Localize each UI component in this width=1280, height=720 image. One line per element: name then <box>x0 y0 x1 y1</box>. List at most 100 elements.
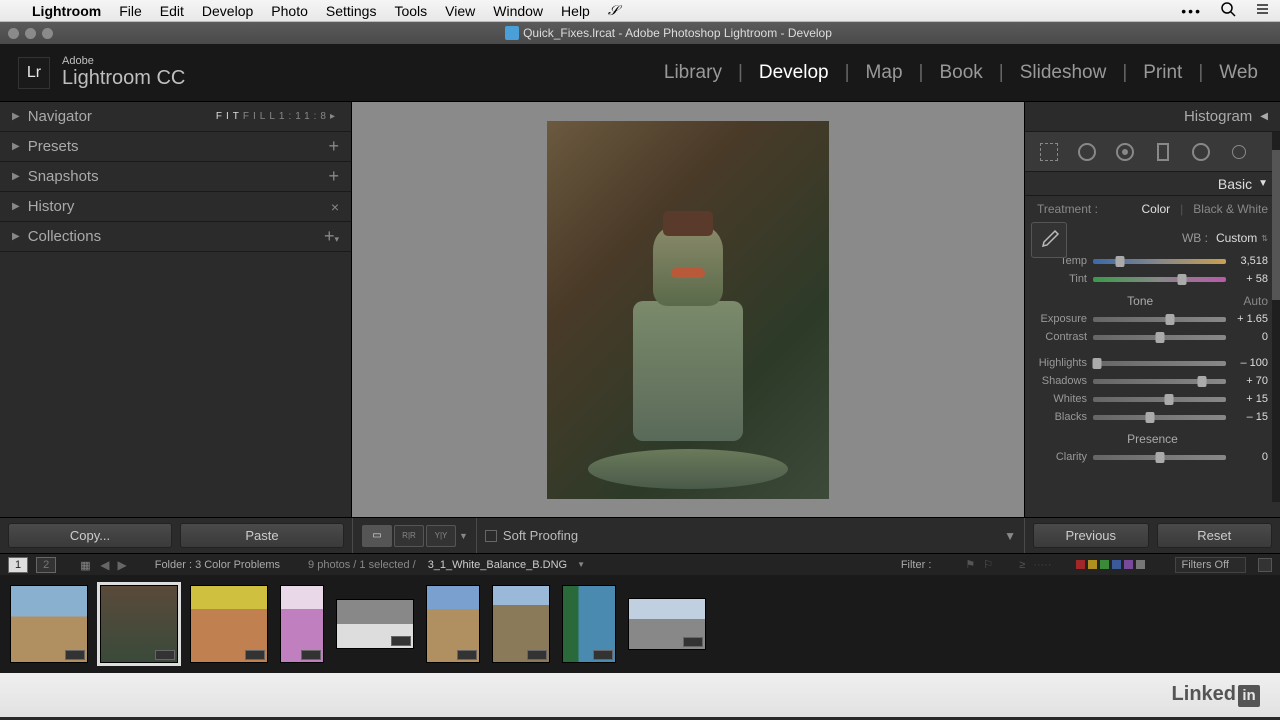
grid-icon[interactable]: ▦ <box>80 559 92 571</box>
treatment-bw[interactable]: Black & White <box>1193 202 1268 216</box>
module-library[interactable]: Library <box>660 62 726 84</box>
wb-preset-dropdown[interactable]: Custom <box>1216 231 1257 245</box>
window-zoom-button[interactable] <box>42 28 53 39</box>
disclosure-triangle-icon[interactable]: ▶ <box>12 171 20 182</box>
add-collection-icon[interactable]: +▾ <box>324 226 339 247</box>
filmstrip[interactable] <box>0 575 1280 673</box>
auto-tone-button[interactable]: Auto <box>1243 294 1268 308</box>
before-after-lr-button[interactable]: R|R <box>394 525 424 547</box>
copy-settings-button[interactable]: Copy... <box>8 523 172 548</box>
panel-navigator[interactable]: ▶ Navigator FITFILL1:11:8▸ <box>0 102 351 132</box>
panel-presets[interactable]: ▶ Presets + <box>0 132 351 162</box>
panel-collections[interactable]: ▶ Collections +▾ <box>0 222 351 252</box>
image-preview-area[interactable] <box>352 102 1024 517</box>
whites-slider[interactable]: Whites+ 15 <box>1025 390 1280 408</box>
view-mode-dropdown-icon[interactable]: ▼ <box>459 531 468 541</box>
navigator-zoom-options[interactable]: FITFILL1:11:8▸ <box>216 111 339 122</box>
highlights-slider[interactable]: Highlights– 100 <box>1025 354 1280 372</box>
menu-tools[interactable]: Tools <box>394 3 427 19</box>
soft-proofing-checkbox[interactable] <box>485 530 497 542</box>
module-develop[interactable]: Develop <box>755 62 833 84</box>
filmstrip-thumbnail[interactable] <box>426 585 480 663</box>
filmstrip-thumbnail[interactable] <box>10 585 88 663</box>
menu-app[interactable]: Lightroom <box>32 3 101 19</box>
menu-file[interactable]: File <box>119 3 142 19</box>
loupe-view-button[interactable]: ▭ <box>362 525 392 547</box>
disclosure-triangle-icon[interactable]: ▶ <box>12 201 20 212</box>
current-file-name[interactable]: 3_1_White_Balance_B.DNG <box>428 559 567 571</box>
filmstrip-thumbnail[interactable] <box>280 585 324 663</box>
nav-back-icon[interactable]: ◀ <box>100 558 109 572</box>
exposure-slider[interactable]: Exposure+ 1.65 <box>1025 310 1280 328</box>
nav-forward-icon[interactable]: ▶ <box>117 558 126 572</box>
graduated-filter-tool-icon[interactable] <box>1151 140 1175 164</box>
module-print[interactable]: Print <box>1139 62 1186 84</box>
filter-preset-dropdown[interactable]: Filters Off <box>1175 557 1246 573</box>
menu-develop[interactable]: Develop <box>202 3 253 19</box>
filmstrip-thumbnail[interactable] <box>562 585 616 663</box>
filmstrip-thumbnail[interactable] <box>336 599 414 649</box>
clarity-slider[interactable]: Clarity0 <box>1025 448 1280 466</box>
file-dropdown-icon[interactable]: ▼ <box>577 560 585 569</box>
second-window-button[interactable]: 2 <box>36 557 56 573</box>
reset-button[interactable]: Reset <box>1157 523 1273 548</box>
module-book[interactable]: Book <box>935 62 986 84</box>
menu-edit[interactable]: Edit <box>160 3 184 19</box>
right-panel-scrollbar[interactable] <box>1272 132 1280 502</box>
radial-filter-tool-icon[interactable] <box>1189 140 1213 164</box>
contrast-slider[interactable]: Contrast0 <box>1025 328 1280 346</box>
spot-removal-tool-icon[interactable] <box>1075 140 1099 164</box>
white-balance-eyedropper-icon[interactable] <box>1031 222 1067 258</box>
rating-filter-icon[interactable]: ≥ <box>1019 559 1025 571</box>
flag-reject-filter-icon[interactable]: ⚐ <box>983 558 993 571</box>
tint-slider[interactable]: Tint + 58 <box>1025 270 1280 288</box>
dropdown-arrows-icon[interactable]: ⇅ <box>1261 234 1268 243</box>
menu-view[interactable]: View <box>445 3 475 19</box>
menu-extras-icon[interactable]: ••• <box>1181 3 1202 19</box>
disclosure-triangle-icon[interactable]: ▶ <box>12 141 20 152</box>
add-snapshot-icon[interactable]: + <box>328 166 339 187</box>
window-minimize-button[interactable] <box>25 28 36 39</box>
blacks-slider[interactable]: Blacks– 15 <box>1025 408 1280 426</box>
filmstrip-thumbnail[interactable] <box>628 598 706 650</box>
disclosure-triangle-icon[interactable]: ▼ <box>1258 178 1268 189</box>
filmstrip-thumbnail[interactable] <box>100 585 178 663</box>
disclosure-triangle-icon[interactable]: ▶ <box>12 111 20 122</box>
disclosure-triangle-icon[interactable]: ◀ <box>1260 111 1268 122</box>
adjustment-brush-tool-icon[interactable] <box>1227 140 1251 164</box>
before-after-tb-button[interactable]: Y|Y <box>426 525 456 547</box>
window-close-button[interactable] <box>8 28 19 39</box>
redeye-tool-icon[interactable] <box>1113 140 1137 164</box>
menu-photo[interactable]: Photo <box>271 3 308 19</box>
module-slideshow[interactable]: Slideshow <box>1016 62 1111 84</box>
menu-settings[interactable]: Settings <box>326 3 377 19</box>
add-preset-icon[interactable]: + <box>328 136 339 157</box>
menu-help[interactable]: Help <box>561 3 590 19</box>
crop-tool-icon[interactable] <box>1037 140 1061 164</box>
spotlight-search-icon[interactable] <box>1220 1 1236 20</box>
panel-histogram[interactable]: Histogram ◀ <box>1025 102 1280 132</box>
module-web[interactable]: Web <box>1215 62 1262 84</box>
toolbar-options-dropdown-icon[interactable]: ▼ <box>1004 529 1016 543</box>
previous-button[interactable]: Previous <box>1033 523 1149 548</box>
color-label-filters[interactable] <box>1076 560 1145 569</box>
flag-filter-icon[interactable]: ⚑ <box>965 558 975 571</box>
panel-history[interactable]: ▶ History × <box>0 192 351 222</box>
clear-history-icon[interactable]: × <box>331 199 339 215</box>
menu-script-icon[interactable]: 𝒮 <box>608 2 619 19</box>
menu-window[interactable]: Window <box>493 3 543 19</box>
module-map[interactable]: Map <box>862 62 907 84</box>
window-title: Quick_Fixes.lrcat - Adobe Photoshop Ligh… <box>523 26 832 40</box>
disclosure-triangle-icon[interactable]: ▶ <box>12 231 20 242</box>
filter-lock-icon[interactable] <box>1258 558 1272 572</box>
folder-path[interactable]: Folder : 3 Color Problems <box>155 559 280 571</box>
filmstrip-thumbnail[interactable] <box>492 585 550 663</box>
treatment-color[interactable]: Color <box>1141 202 1170 216</box>
shadows-slider[interactable]: Shadows+ 70 <box>1025 372 1280 390</box>
panel-snapshots[interactable]: ▶ Snapshots + <box>0 162 351 192</box>
paste-settings-button[interactable]: Paste <box>180 523 344 548</box>
menu-list-icon[interactable] <box>1254 1 1270 20</box>
filmstrip-thumbnail[interactable] <box>190 585 268 663</box>
panel-basic[interactable]: Basic ▼ <box>1025 172 1280 196</box>
main-window-button[interactable]: 1 <box>8 557 28 573</box>
